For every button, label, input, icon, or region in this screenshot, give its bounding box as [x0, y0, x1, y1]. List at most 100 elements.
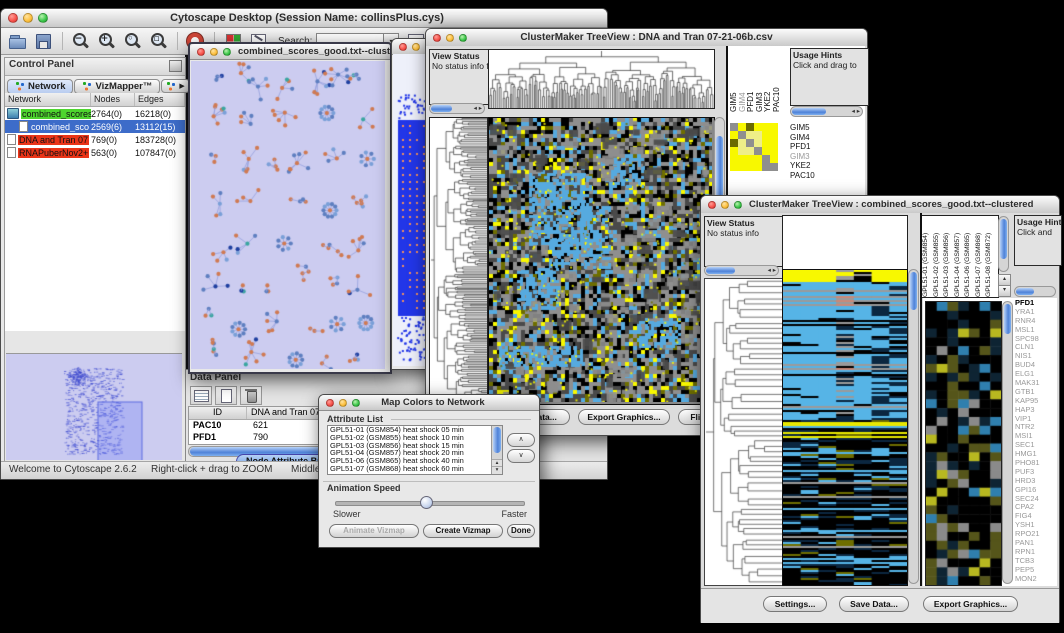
- scroll-right-icon[interactable]: ▸: [857, 108, 860, 115]
- gene-label[interactable]: MON2: [1015, 575, 1057, 584]
- minimize-button[interactable]: [412, 43, 420, 51]
- new-attribute-icon[interactable]: [215, 386, 237, 405]
- column-label[interactable]: GPL51-02 (GSM855): [932, 216, 943, 297]
- minimize-button[interactable]: [210, 48, 218, 56]
- dialog-title: Map Colors to Network: [367, 397, 539, 408]
- zoom-button[interactable]: [734, 201, 742, 209]
- mini-heatmap-cell: [754, 155, 762, 163]
- scroll-left-icon[interactable]: ◂: [768, 267, 771, 274]
- treeview2-button[interactable]: Save Data...: [839, 596, 909, 612]
- gene-label[interactable]: GIM3: [790, 152, 860, 162]
- close-button[interactable]: [197, 48, 205, 56]
- col-nodes[interactable]: Nodes: [91, 93, 135, 106]
- close-button[interactable]: [399, 43, 407, 51]
- cluster-heatmap-strip[interactable]: [782, 269, 908, 586]
- gene-label[interactable]: PAC10: [790, 171, 860, 181]
- network-row[interactable]: combined_sco 2569(6) 13112(15): [5, 120, 185, 133]
- status-hscrollbar[interactable]: ◂ ▸: [704, 265, 779, 276]
- column-label[interactable]: GPL51-06 (GSM865): [963, 216, 974, 297]
- treeview2-button[interactable]: Export Graphics...: [923, 596, 1018, 612]
- delete-attribute-icon[interactable]: [240, 386, 262, 405]
- scroll-left-icon[interactable]: ◂: [852, 108, 855, 115]
- zoom-selected-icon[interactable]: ◦: [122, 31, 144, 51]
- labels-vscrollbar[interactable]: [998, 216, 1009, 272]
- gene-label[interactable]: PFD1: [790, 142, 860, 152]
- network-overview-thumbnail[interactable]: [6, 353, 182, 460]
- attribute-list-item[interactable]: GPL51-07 (GSM868) heat shock 60 min: [328, 465, 502, 473]
- done-button[interactable]: Done: [507, 524, 535, 538]
- zoom-button[interactable]: [38, 13, 48, 23]
- animate-vizmap-button[interactable]: Animate Vizmap: [329, 524, 419, 538]
- mini-heatmap-cell: [746, 163, 754, 171]
- close-button[interactable]: [433, 34, 441, 42]
- slower-label: Slower: [333, 509, 361, 519]
- col-network[interactable]: Network: [5, 93, 91, 106]
- close-button[interactable]: [708, 201, 716, 209]
- move-down-button[interactable]: ∨: [507, 449, 535, 463]
- network-icon: [82, 81, 92, 91]
- network-view-titlebar[interactable]: combined_scores_good.txt--cluste...: [190, 44, 390, 60]
- scroll-down-icon[interactable]: ▾: [492, 466, 502, 474]
- zoom-button[interactable]: [223, 48, 231, 56]
- zoom-heatmap[interactable]: [925, 301, 1002, 586]
- treeview1-titlebar[interactable]: ClusterMaker TreeView : DNA and Tran 07-…: [426, 29, 867, 47]
- strip-vscrollbar[interactable]: [908, 269, 919, 584]
- gene-label[interactable]: GIM5: [790, 123, 860, 133]
- speed-slider-thumb[interactable]: [420, 496, 433, 509]
- column-label[interactable]: GPL51-08 (GSM872): [984, 216, 995, 297]
- control-panel-tab[interactable]: Network: [7, 79, 73, 94]
- network-row[interactable]: combined_scores 2764(0) 16218(0): [5, 107, 185, 120]
- network-row[interactable]: DNA and Tran 07 769(0) 183728(0): [5, 133, 185, 146]
- float-panel-icon[interactable]: [169, 60, 182, 72]
- zoom-button[interactable]: [459, 34, 467, 42]
- network-row[interactable]: RNAPuberNov2+ 563(0) 107847(0): [5, 146, 185, 159]
- hints-hscrollbar[interactable]: ◂ ▸: [790, 106, 863, 117]
- dialog-titlebar[interactable]: Map Colors to Network: [319, 395, 539, 411]
- treeview1-button[interactable]: Export Graphics...: [578, 409, 670, 425]
- create-vizmap-button[interactable]: Create Vizmap: [423, 524, 503, 538]
- save-session-icon[interactable]: [33, 31, 55, 51]
- minimize-button[interactable]: [446, 34, 454, 42]
- control-panel-tab[interactable]: VizMapper™: [74, 79, 160, 94]
- gene-label[interactable]: GIM4: [790, 133, 860, 143]
- open-session-icon[interactable]: [7, 31, 29, 51]
- row-dendrogram[interactable]: [429, 117, 488, 403]
- scroll-down-button[interactable]: ▾: [998, 285, 1011, 297]
- move-up-button[interactable]: ∧: [507, 433, 535, 447]
- column-dendrogram[interactable]: [488, 49, 715, 109]
- zoom-out-icon[interactable]: −: [70, 31, 92, 51]
- zoom-button[interactable]: [352, 399, 360, 407]
- mini-heatmap[interactable]: [730, 123, 778, 171]
- minimize-button[interactable]: [339, 399, 347, 407]
- row-dendrogram[interactable]: [704, 278, 783, 586]
- minimize-button[interactable]: [23, 13, 33, 23]
- main-titlebar[interactable]: Cytoscape Desktop (Session Name: collins…: [1, 9, 607, 28]
- zoom-in-icon[interactable]: +: [96, 31, 118, 51]
- list-vscrollbar[interactable]: ▴ ▾: [491, 426, 502, 474]
- col-edges[interactable]: Edges: [135, 93, 185, 106]
- select-attributes-icon[interactable]: [190, 386, 212, 405]
- zoom-fit-icon[interactable]: ▫: [148, 31, 170, 51]
- gene-label[interactable]: YKE2: [790, 161, 860, 171]
- minimize-button[interactable]: [721, 201, 729, 209]
- treeview2-titlebar[interactable]: ClusterMaker TreeView : combined_scores_…: [701, 196, 1059, 214]
- scroll-left-icon[interactable]: ◂: [474, 105, 477, 112]
- control-panel-tab[interactable]: ▶: [161, 79, 189, 93]
- close-button[interactable]: [8, 13, 18, 23]
- cluster-heatmap[interactable]: [489, 118, 712, 402]
- column-label[interactable]: GPL51-07 (GSM868): [974, 216, 985, 297]
- hints-hscrollbar[interactable]: [1014, 286, 1056, 297]
- column-label[interactable]: GPL51-01 (GSM854): [921, 216, 932, 297]
- treeview2-button[interactable]: Settings...: [763, 596, 827, 612]
- close-button[interactable]: [326, 399, 334, 407]
- network-graph-canvas[interactable]: [191, 61, 385, 369]
- col-id[interactable]: ID: [189, 407, 247, 419]
- scroll-right-icon[interactable]: ▸: [773, 267, 776, 274]
- status-hscrollbar[interactable]: ◂ ▸: [429, 103, 485, 114]
- zoom-vscrollbar[interactable]: [1002, 301, 1013, 584]
- column-label[interactable]: GPL51-03 (GSM856): [942, 216, 953, 297]
- scroll-right-icon[interactable]: ▸: [479, 105, 482, 112]
- mini-heatmap-cell: [746, 139, 754, 147]
- column-label[interactable]: GPL51-04 (GSM857): [953, 216, 964, 297]
- column-label[interactable]: PAC10: [773, 48, 782, 112]
